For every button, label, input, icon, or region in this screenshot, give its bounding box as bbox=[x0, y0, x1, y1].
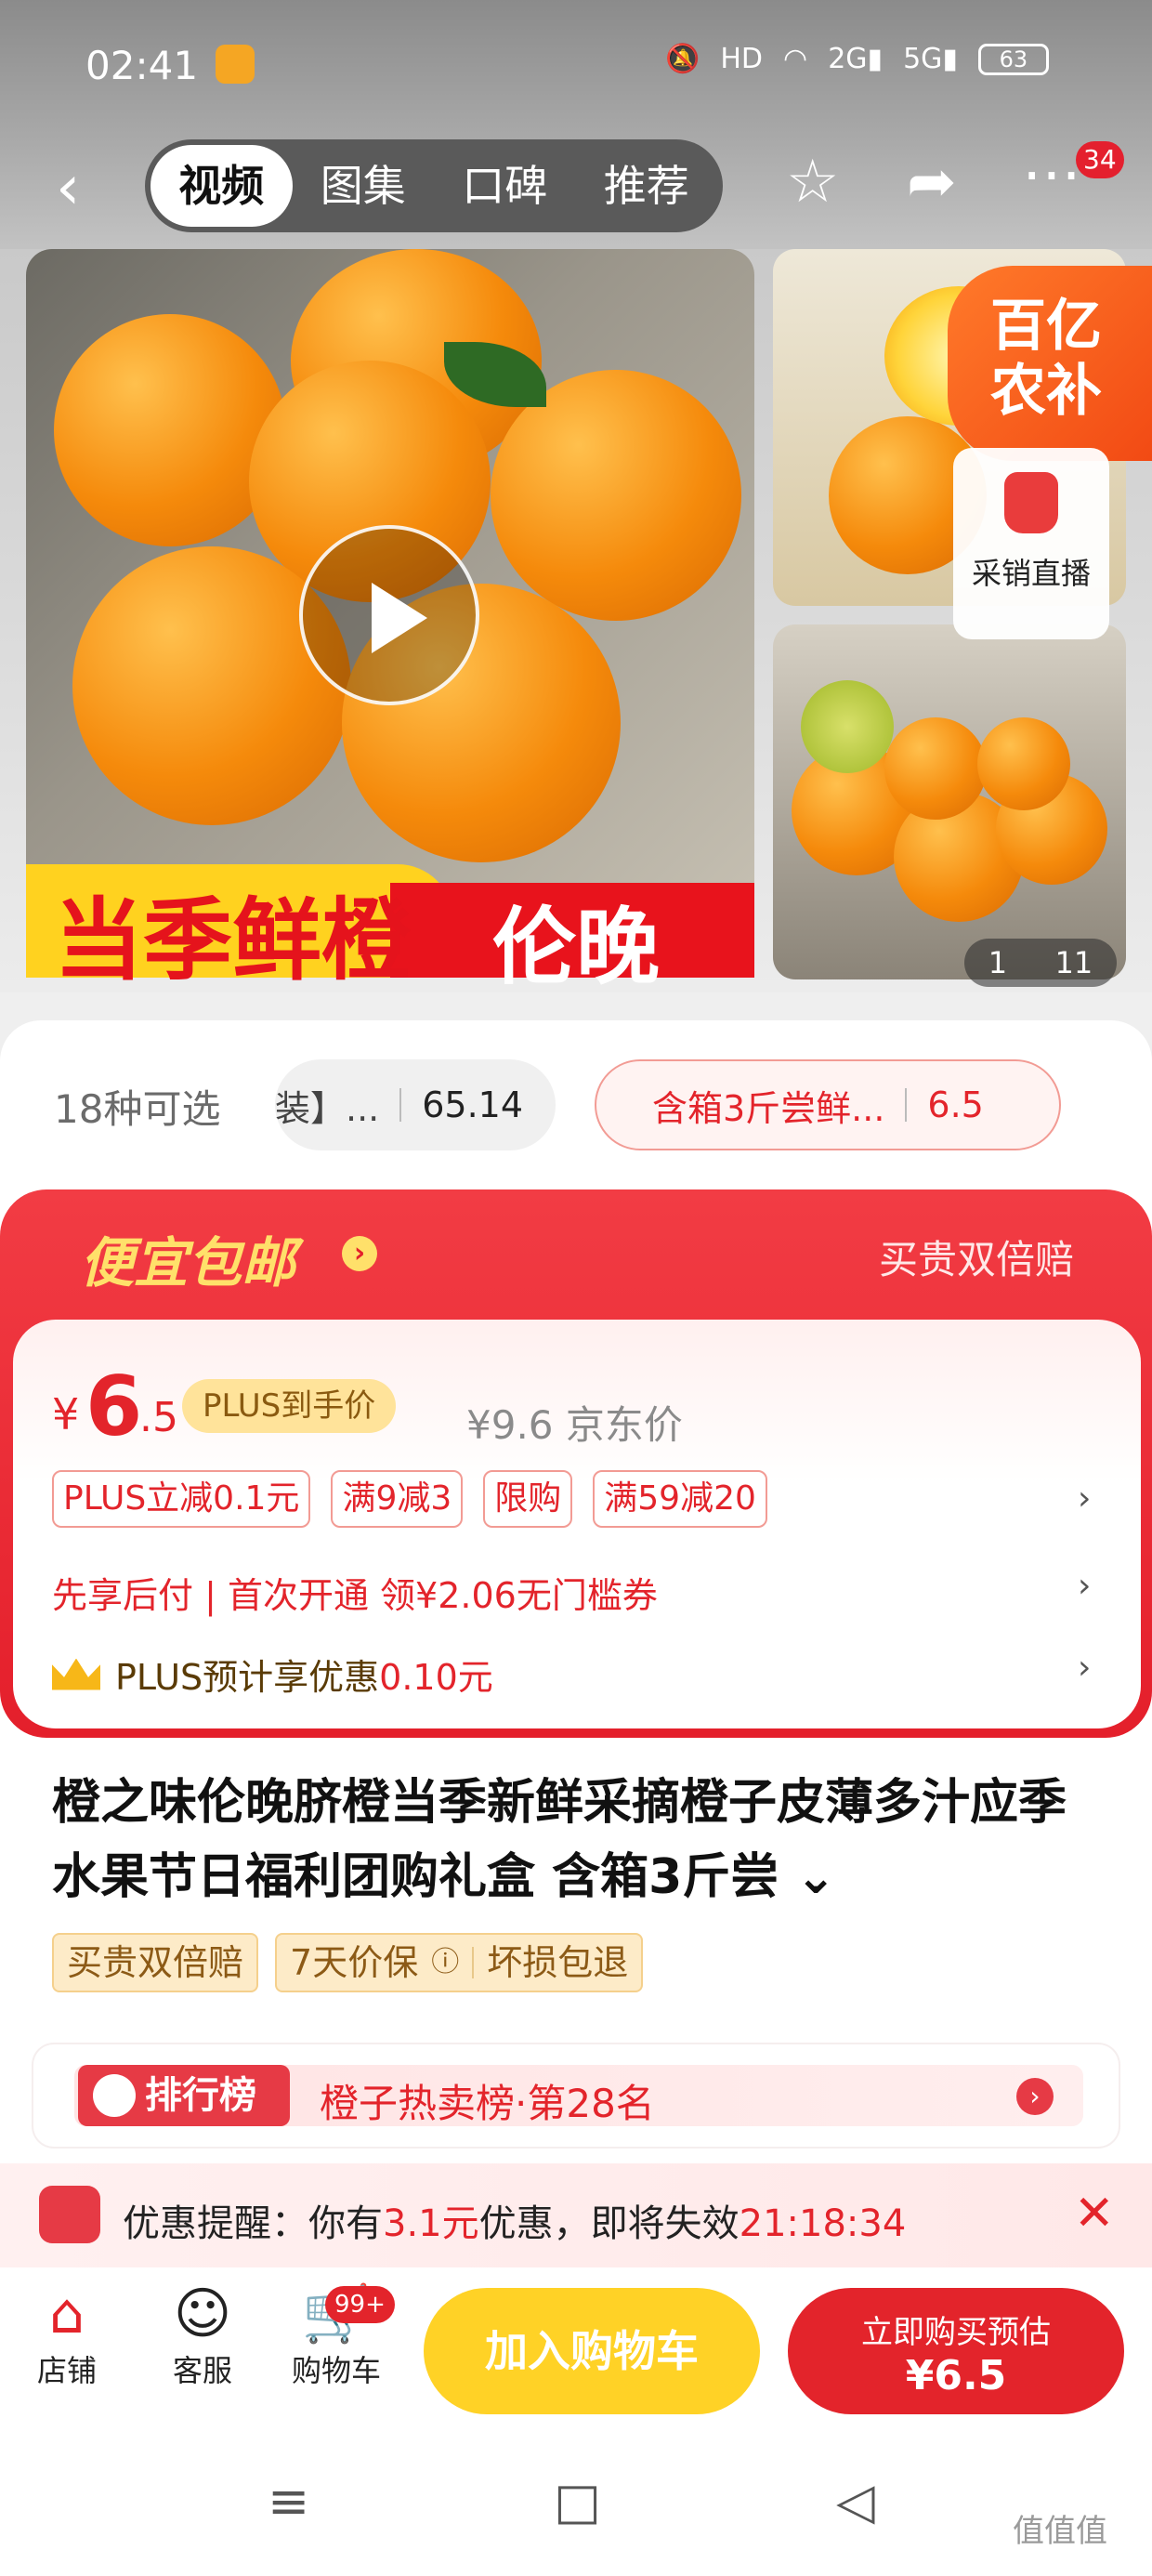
chip-double-refund[interactable]: 买贵双倍赔 bbox=[52, 1933, 259, 1992]
info-icon: ⓘ bbox=[431, 1946, 460, 1978]
chip-price-protect[interactable]: 7天价保 ⓘ 坏损包退 bbox=[275, 1933, 644, 1992]
spec-option-2-name: 含箱3斤尝鲜... bbox=[652, 1087, 885, 1129]
chevron-right-icon[interactable]: › bbox=[1078, 1479, 1091, 1518]
tab-reviews[interactable]: 口碑 bbox=[434, 145, 576, 227]
plus-estimate-label: PLUS预计享优惠 bbox=[115, 1657, 380, 1698]
spec-option-1-price: 65.14 bbox=[422, 1084, 524, 1125]
coupon-row[interactable]: PLUS立减0.1元 满9减3 限购 满59减20 bbox=[52, 1470, 767, 1528]
live-label: 采销直播 bbox=[971, 556, 1091, 591]
home-icon[interactable]: □ bbox=[554, 2472, 601, 2530]
more-icon[interactable]: ⋯ bbox=[1022, 145, 1081, 204]
hd-icon: HD bbox=[720, 43, 764, 75]
price-guarantee[interactable]: 买贵双倍赔 bbox=[879, 1229, 1074, 1285]
plus-estimate[interactable]: PLUS预计享优惠 0.10元 bbox=[52, 1649, 493, 1700]
ranking-arrow-icon[interactable]: › bbox=[1016, 2078, 1054, 2115]
spec-count[interactable]: 18种可选 bbox=[54, 1078, 220, 1135]
price-integer: 6 bbox=[85, 1359, 143, 1454]
trophy-icon bbox=[93, 2074, 136, 2117]
close-icon[interactable]: ✕ bbox=[1074, 2186, 1115, 2241]
tab-recommend[interactable]: 推荐 bbox=[576, 145, 718, 227]
watermark: 值值值 bbox=[1013, 2513, 1107, 2550]
chevron-right-icon[interactable]: › bbox=[1078, 1567, 1091, 1605]
promo-arrow-icon[interactable]: › bbox=[342, 1236, 377, 1271]
back-icon[interactable]: ‹ bbox=[56, 157, 80, 218]
counter-current: 1 bbox=[988, 945, 1008, 980]
menu-icon[interactable]: ≡ bbox=[268, 2472, 309, 2530]
product-title[interactable]: 橙之味伦晚脐橙当季新鲜采摘橙子皮薄多汁应季水果节日福利团购礼盒 含箱3斤尝 ⌄ bbox=[52, 1766, 1102, 1914]
live-stream-button[interactable]: 采销直播 bbox=[953, 448, 1109, 639]
chat-icon: ☺ bbox=[173, 2281, 232, 2346]
share-icon[interactable]: ➦ bbox=[907, 152, 957, 212]
tab-gallery[interactable]: 图集 bbox=[293, 145, 435, 227]
tab-video[interactable]: 视频 bbox=[151, 145, 293, 227]
coupon-plus[interactable]: PLUS立减0.1元 bbox=[52, 1470, 311, 1528]
jd-price: ¥9.6 京东价 bbox=[466, 1402, 683, 1448]
chip-damage-return: 坏损包退 bbox=[487, 1942, 629, 1983]
counter-total: 11 bbox=[1054, 945, 1093, 980]
mute-icon: 🔕 bbox=[665, 43, 700, 75]
battery-icon: 63 bbox=[977, 43, 1049, 75]
coupon-9-3[interactable]: 满9减3 bbox=[331, 1470, 464, 1528]
crown-icon bbox=[52, 1658, 100, 1690]
spec-option-1-name: 装】... bbox=[275, 1087, 380, 1129]
cart-badge: 99+ bbox=[325, 2286, 395, 2323]
live-icon bbox=[1004, 472, 1058, 533]
coupon-59-20[interactable]: 满59减20 bbox=[593, 1470, 767, 1528]
spec-option-2-price: 6.5 bbox=[927, 1084, 984, 1125]
buy-now-button[interactable]: 立即购买预估 ¥6.5 bbox=[788, 2288, 1124, 2414]
signal-5g-icon: 5G▮ bbox=[903, 43, 958, 75]
price-symbol: ¥ bbox=[52, 1389, 80, 1439]
ranking-text: 橙子热卖榜·第28名 bbox=[320, 2081, 655, 2126]
plus-estimate-value: 0.10元 bbox=[379, 1657, 493, 1698]
chevron-down-icon[interactable]: ⌄ bbox=[779, 1849, 836, 1905]
banner-variety-text: 伦晚 bbox=[492, 899, 660, 996]
add-to-cart-button[interactable]: 加入购物车 bbox=[424, 2288, 760, 2414]
status-time: 02:41 bbox=[85, 43, 199, 88]
spec-option-2[interactable]: 含箱3斤尝鲜... 6.5 bbox=[595, 1059, 1061, 1150]
store-button[interactable]: ⌂ 店铺 bbox=[28, 2280, 106, 2390]
reminder-text: 优惠提醒：你有3.1元优惠，即将失效21:18:34 bbox=[123, 2202, 907, 2245]
chevron-right-icon[interactable]: › bbox=[1078, 1649, 1091, 1687]
play-video-icon[interactable] bbox=[299, 525, 479, 705]
service-button[interactable]: ☺ 客服 bbox=[164, 2280, 242, 2390]
promo-title[interactable]: 便宜包邮 bbox=[80, 1219, 295, 1297]
thumbnail-image-2[interactable] bbox=[773, 624, 1126, 979]
spec-option-1[interactable]: 装】... 65.14 bbox=[275, 1059, 556, 1150]
coupon-reminder-icon bbox=[39, 2186, 100, 2243]
subsidy-badge[interactable]: 百亿 农补 bbox=[948, 266, 1152, 461]
coupon-limit[interactable]: 限购 bbox=[483, 1470, 573, 1528]
status-icons: 🔕 HD ◠ 2G▮ 5G▮ 63 bbox=[665, 43, 1049, 75]
wifi-icon: ◠ bbox=[783, 43, 808, 75]
pay-later-offer[interactable]: 先享后付 | 首次开通 领¥2.06无门槛券 bbox=[52, 1567, 658, 1618]
store-icon: ⌂ bbox=[48, 2281, 85, 2346]
banner-season-text: 当季鲜橙 bbox=[54, 888, 411, 992]
service-chips: 买贵双倍赔 7天价保 ⓘ 坏损包退 bbox=[52, 1933, 644, 1992]
image-counter: 1 11 bbox=[964, 939, 1117, 987]
price-decimal: .5 bbox=[139, 1394, 178, 1441]
countdown: 21:18:34 bbox=[739, 2202, 907, 2245]
media-tabs: 视频 图集 口碑 推荐 bbox=[145, 139, 723, 232]
app-notification-icon bbox=[216, 45, 255, 84]
signal-2g-icon: 2G▮ bbox=[828, 43, 884, 75]
back-nav-icon[interactable]: ◁ bbox=[836, 2472, 875, 2530]
favorite-star-icon[interactable]: ☆ bbox=[786, 152, 839, 212]
plus-price-tag: PLUS到手价 bbox=[182, 1379, 397, 1433]
message-badge: 34 bbox=[1076, 141, 1124, 178]
